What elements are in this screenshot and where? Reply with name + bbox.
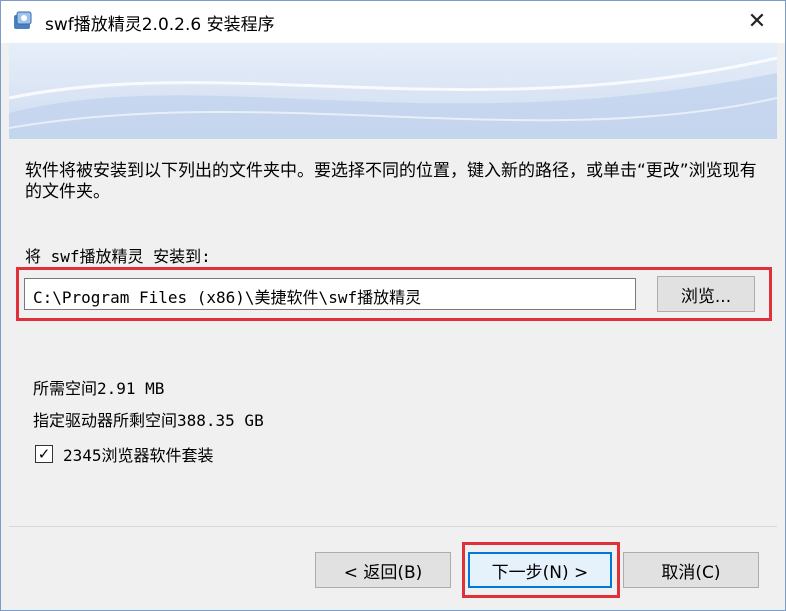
close-icon[interactable]: ✕ — [743, 7, 771, 35]
intro-text: 软件将被安装到以下列出的文件夹中。要选择不同的位置，键入新的路径，或单击“更改”… — [25, 161, 757, 202]
installer-app-icon — [11, 9, 35, 33]
browser-bundle-label: 2345浏览器软件套装 — [63, 446, 214, 465]
banner-swoosh-graphic — [9, 56, 777, 139]
back-button[interactable]: < 返回(B) — [315, 552, 451, 588]
footer-divider — [9, 526, 777, 527]
title-bar: swf播放精灵2.0.2.6 安装程序 ✕ — [1, 1, 785, 43]
installer-window: swf播放精灵2.0.2.6 安装程序 ✕ 软件将被安装到以下列出的文件夹中。要… — [0, 0, 786, 611]
install-path-input[interactable]: C:\Program Files (x86)\美捷软件\swf播放精灵 — [24, 278, 636, 310]
next-button[interactable]: 下一步(N) > — [468, 552, 612, 588]
browse-button[interactable]: 浏览... — [657, 276, 755, 312]
space-remaining-text: 指定驱动器所剩空间388.35 GB — [33, 411, 264, 430]
space-required-text: 所需空间2.91 MB — [33, 379, 165, 398]
header-banner — [9, 43, 777, 139]
cancel-button[interactable]: 取消(C) — [623, 552, 759, 588]
browser-bundle-option[interactable]: ✓ 2345浏览器软件套装 — [35, 442, 214, 466]
install-to-label: 将 swf播放精灵 安装到: — [25, 247, 211, 266]
content-area: 软件将被安装到以下列出的文件夹中。要选择不同的位置，键入新的路径，或单击“更改”… — [9, 139, 777, 526]
window-title: swf播放精灵2.0.2.6 安装程序 — [45, 15, 275, 35]
browser-bundle-checkbox[interactable]: ✓ — [35, 445, 53, 463]
